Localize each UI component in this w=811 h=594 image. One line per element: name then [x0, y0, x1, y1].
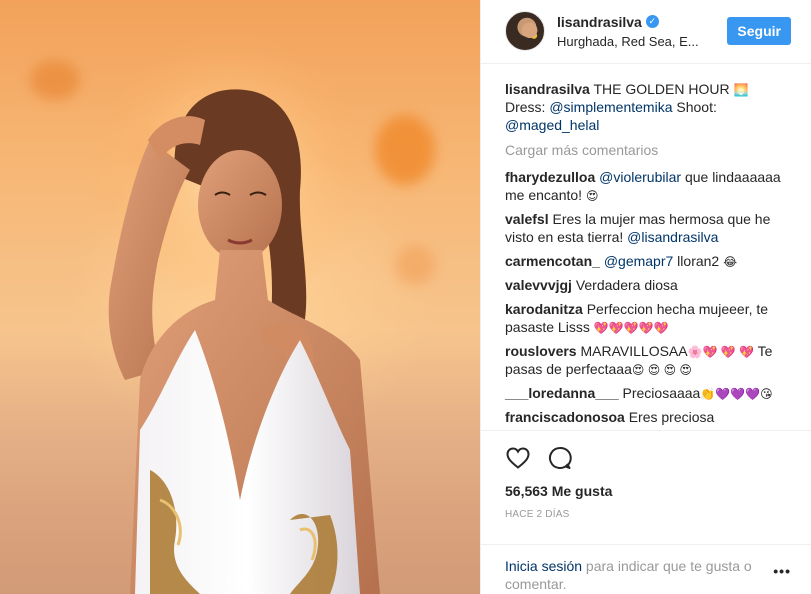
- username-link[interactable]: lisandrasilva: [557, 14, 642, 30]
- clap-purple-heart-emoji-icon: 👏💜💜💜😘: [700, 386, 773, 401]
- caption-text: THE GOLDEN HOUR: [589, 80, 734, 97]
- action-icons: [505, 443, 791, 473]
- comment-bubble-icon[interactable]: [547, 445, 573, 471]
- comment-username[interactable]: karodanitza: [505, 301, 583, 317]
- caption: lisandrasilva THE GOLDEN HOUR 🌅 Dress: @…: [505, 80, 791, 134]
- blossom-heart-emoji-icon: 🌸💖 💖 💖: [687, 344, 755, 359]
- carousel-dot-active[interactable]: [237, 578, 243, 584]
- timestamp[interactable]: HACE 2 DÍAS: [505, 509, 791, 520]
- verified-badge-icon: ✓: [645, 15, 659, 29]
- mention-link[interactable]: @gemapr7: [604, 253, 673, 269]
- avatar[interactable]: [505, 11, 545, 52]
- comment: ___loredanna___ Preciosaaaa👏💜💜💜😘: [505, 384, 791, 402]
- comment: franciscadonosoa Eres preciosa lisssndra…: [505, 408, 791, 430]
- caption-text: Shoot:: [672, 98, 717, 115]
- carousel-dot[interactable]: [248, 578, 254, 584]
- comment-username[interactable]: ___loredanna___: [505, 385, 619, 401]
- load-more-comments-button[interactable]: Cargar más comentarios: [505, 142, 791, 158]
- location-link[interactable]: Hurghada, Red Sea, E...: [557, 34, 717, 49]
- post-photo[interactable]: [0, 0, 480, 594]
- laughing-emoji-icon: 😂: [723, 254, 738, 269]
- comment-text: Preciosaaaa: [618, 384, 701, 401]
- mention-link[interactable]: @lisandrasilva: [627, 229, 718, 245]
- carousel-dot[interactable]: [226, 578, 232, 584]
- sunrise-emoji-icon: 🌅: [733, 82, 749, 97]
- comment-username[interactable]: rouslovers: [505, 343, 577, 359]
- heart-eyes-emoji-icon: 😍 😍 😍 😍: [631, 362, 692, 377]
- comment-text: Verdadera diosa: [571, 276, 678, 293]
- comments-list[interactable]: lisandrasilva THE GOLDEN HOUR 🌅 Dress: @…: [481, 64, 811, 430]
- comment: valefsl Eres la mujer mas hermosa que he…: [505, 210, 791, 246]
- post-sidebar: lisandrasilva ✓ Hurghada, Red Sea, E... …: [480, 0, 811, 594]
- sparkling-heart-emoji-icon: 💖💖💖💖💖: [593, 320, 669, 335]
- post-view: lisandrasilva ✓ Hurghada, Red Sea, E... …: [0, 0, 811, 594]
- comment: karodanitza Perfeccion hecha mujeeer, te…: [505, 300, 791, 336]
- comment-username[interactable]: lisandrasilva: [505, 81, 590, 97]
- mention-link[interactable]: @violerubilar: [599, 169, 681, 185]
- comment-username[interactable]: valevvvjgj: [505, 277, 572, 293]
- likes-label: Me gusta: [547, 482, 613, 499]
- caption-text: Dress:: [505, 98, 550, 115]
- username-row: lisandrasilva ✓: [557, 14, 727, 30]
- carousel-indicator: [0, 578, 480, 584]
- comment-text: lloran2: [673, 252, 724, 269]
- heart-eyes-emoji-icon: 😍: [585, 188, 599, 203]
- mention-link[interactable]: @simplementemika: [549, 99, 672, 115]
- login-prompt: Inicia sesión para indicar que te gusta …: [481, 544, 811, 594]
- follow-button[interactable]: Seguir: [727, 17, 791, 46]
- comment: valevvvjgj Verdadera diosa: [505, 276, 791, 294]
- comment-username[interactable]: franciscadonosoa: [505, 409, 625, 425]
- more-options-icon[interactable]: •••: [773, 562, 791, 580]
- likes-count[interactable]: 56,563 Me gusta: [505, 483, 791, 499]
- comment: fharydezulloa @violerubilar que lindaaaa…: [505, 168, 791, 204]
- comment-username[interactable]: carmencotan_: [505, 253, 600, 269]
- post-actions: 56,563 Me gusta HACE 2 DÍAS: [481, 429, 811, 545]
- comment-username[interactable]: fharydezulloa: [505, 169, 595, 185]
- comment-text: MARAVILLOSAA: [576, 342, 688, 359]
- woman-figure-illustration: [90, 30, 380, 594]
- header-text: lisandrasilva ✓ Hurghada, Red Sea, E...: [557, 14, 727, 49]
- login-link[interactable]: Inicia sesión: [505, 558, 582, 574]
- heart-outline-icon[interactable]: [505, 445, 531, 471]
- likes-number: 56,563: [505, 482, 548, 499]
- post-header: lisandrasilva ✓ Hurghada, Red Sea, E... …: [481, 0, 811, 64]
- comment-username[interactable]: valefsl: [505, 211, 549, 227]
- comment: carmencotan_ @gemapr7 lloran2 😂: [505, 252, 791, 270]
- mention-link[interactable]: @maged_helal: [505, 117, 599, 133]
- comment: rouslovers MARAVILLOSAA🌸💖 💖 💖 Te pasas d…: [505, 342, 791, 378]
